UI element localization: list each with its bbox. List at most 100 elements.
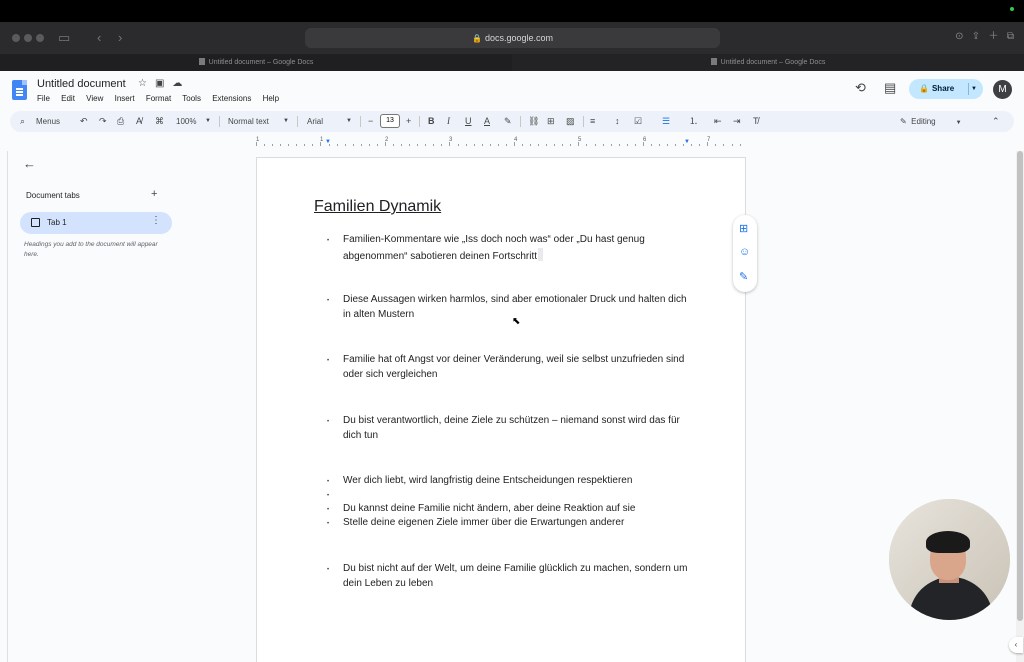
star-icon[interactable]: ☆ (138, 78, 147, 89)
menu-insert[interactable]: Insert (115, 94, 135, 103)
increase-font-size-icon[interactable]: + (406, 111, 411, 132)
bold-icon[interactable]: B (428, 111, 435, 132)
decrease-indent-icon[interactable]: ⇤ (714, 111, 722, 132)
right-indent-marker-icon[interactable]: ▼ (684, 139, 690, 145)
vertical-ruler[interactable] (0, 151, 8, 662)
address-bar[interactable]: 🔒 docs.google.com (305, 28, 720, 48)
font-select[interactable]: Arial (307, 111, 323, 132)
list-item[interactable]: Wer dich liebt, wird langfristig deine E… (343, 474, 695, 489)
list-item[interactable]: Stelle deine eigenen Ziele immer über di… (343, 516, 695, 531)
checklist-icon[interactable]: ☑ (634, 111, 642, 132)
cloud-status-icon[interactable]: ☁ (172, 78, 182, 89)
collapse-panel-chevron-icon[interactable]: ‹ (1009, 637, 1023, 653)
scrollbar-thumb[interactable] (1017, 151, 1023, 621)
numbered-list-icon[interactable]: ⒈ (689, 111, 698, 132)
share-button[interactable]: 🔒 Share ▼ (909, 79, 983, 99)
list-item[interactable]: Du kannst deine Familie nicht ändern, ab… (343, 502, 695, 517)
minimize-window-icon[interactable] (24, 34, 32, 42)
ruler-tick (336, 144, 338, 146)
print-icon[interactable]: ⎙ (117, 111, 124, 132)
link-icon[interactable]: ⛓ (528, 111, 539, 132)
add-emoji-reaction-icon[interactable]: ☺ (739, 246, 750, 258)
bulleted-list-icon[interactable]: ☰ (662, 111, 670, 132)
ruler-tick (320, 142, 322, 146)
version-history-icon[interactable]: ⟲ (855, 80, 866, 96)
recording-indicator-icon (1010, 7, 1014, 11)
hide-menus-chevron-up-icon[interactable]: ⌃ (992, 111, 1000, 132)
undo-icon[interactable]: ↶ (80, 111, 88, 132)
menu-view[interactable]: View (86, 94, 103, 103)
add-tab-button[interactable]: + (151, 188, 157, 200)
more-options-icon[interactable]: ⋮ (151, 215, 161, 226)
zoom-window-icon[interactable] (36, 34, 44, 42)
ruler-tick (578, 142, 580, 146)
menus-search-button[interactable]: Menus (36, 111, 60, 132)
ruler-tick (425, 144, 427, 146)
comments-icon[interactable]: ▤ (884, 80, 896, 96)
add-comment-icon[interactable]: ⊞ (547, 111, 555, 132)
ruler-tick (473, 144, 475, 146)
chevron-down-icon[interactable]: ▼ (205, 111, 211, 132)
menu-file[interactable]: File (37, 94, 50, 103)
doc-title-input[interactable]: Untitled document (37, 78, 126, 90)
decrease-font-size-icon[interactable]: − (368, 111, 373, 132)
italic-icon[interactable]: I (447, 111, 450, 132)
chevron-down-icon[interactable]: ▼ (283, 111, 289, 132)
font-size-input[interactable]: 13 (380, 114, 400, 128)
zoom-select[interactable]: 100% (176, 111, 196, 132)
google-docs-app: Untitled document ☆ ▣ ☁ File Edit View Ins… (0, 71, 1024, 662)
sidebar-item-tab-1[interactable]: Tab 1 ⋮ (20, 212, 172, 234)
docs-logo-icon[interactable] (12, 80, 27, 100)
spellcheck-icon[interactable]: A̸ (136, 111, 142, 132)
list-item[interactable]: Du bist nicht auf der Welt, um deine Fam… (343, 562, 695, 591)
document-page[interactable]: Familien Dynamik • Familien-Kommentare w… (256, 157, 746, 662)
ruler-tick (530, 144, 532, 146)
list-item[interactable]: Familien-Kommentare wie „Iss doch noch w… (343, 233, 695, 264)
editing-mode-select[interactable]: ✎ Editing ▼ (900, 111, 962, 132)
menu-tools[interactable]: Tools (182, 94, 201, 103)
list-item[interactable]: Du bist verantwortlich, deine Ziele zu s… (343, 414, 695, 443)
text-color-icon[interactable]: A (484, 111, 490, 132)
avatar[interactable]: M (993, 80, 1012, 99)
browser-tab[interactable]: Untitled document – Google Docs (0, 54, 512, 71)
clear-formatting-icon[interactable]: T̸ (753, 111, 759, 132)
line-spacing-icon[interactable]: ↕ (615, 111, 620, 132)
ruler-tick (594, 144, 596, 146)
move-folder-icon[interactable]: ▣ (155, 78, 164, 89)
search-icon[interactable]: ⌕ (20, 111, 25, 132)
ruler-tick (667, 144, 669, 146)
forward-icon[interactable]: › (118, 30, 122, 45)
document-heading[interactable]: Familien Dynamik (314, 198, 441, 216)
paragraph-style-select[interactable]: Normal text (228, 111, 269, 132)
paint-format-icon[interactable]: ⌘ (155, 111, 164, 132)
suggest-edits-icon[interactable]: ✎ (739, 270, 748, 283)
browser-actions-icons[interactable]: ⊙ ⇪ ＋ ⧉ (955, 27, 1014, 42)
menu-extensions[interactable]: Extensions (212, 94, 251, 103)
browser-tab[interactable]: Untitled document – Google Docs (512, 54, 1024, 71)
close-window-icon[interactable] (12, 34, 20, 42)
menu-edit[interactable]: Edit (61, 94, 75, 103)
add-comment-icon[interactable]: ⊞ (739, 222, 748, 235)
lock-icon: 🔒 (471, 34, 482, 43)
close-outline-arrow-icon[interactable]: ← (23, 156, 36, 171)
list-item[interactable]: Familie hat oft Angst vor deiner Verände… (343, 353, 695, 382)
horizontal-ruler[interactable]: 1 1 2 3 4 5 6 7 ▼ ▼ (256, 137, 746, 147)
menu-help[interactable]: Help (263, 94, 279, 103)
ruler-tick (449, 142, 451, 146)
share-options-chevron-icon[interactable]: ▼ (971, 79, 977, 99)
url-text: docs.google.com (484, 33, 553, 43)
menu-format[interactable]: Format (146, 94, 171, 103)
chevron-down-icon[interactable]: ▼ (346, 111, 352, 132)
ruler-tick (715, 144, 717, 146)
highlight-icon[interactable]: ✎ (504, 111, 512, 132)
sidebar-toggle-icon[interactable]: ▭ (58, 30, 70, 46)
redo-icon[interactable]: ↷ (99, 111, 107, 132)
vertical-scrollbar[interactable] (1016, 151, 1024, 662)
underline-icon[interactable]: U (465, 111, 472, 132)
ruler-tick (538, 144, 540, 146)
ruler-tick (360, 144, 362, 146)
back-icon[interactable]: ‹ (97, 30, 101, 45)
align-icon[interactable]: ≡ (590, 111, 595, 132)
insert-image-icon[interactable]: ▨ (566, 111, 575, 132)
increase-indent-icon[interactable]: ⇥ (733, 111, 741, 132)
